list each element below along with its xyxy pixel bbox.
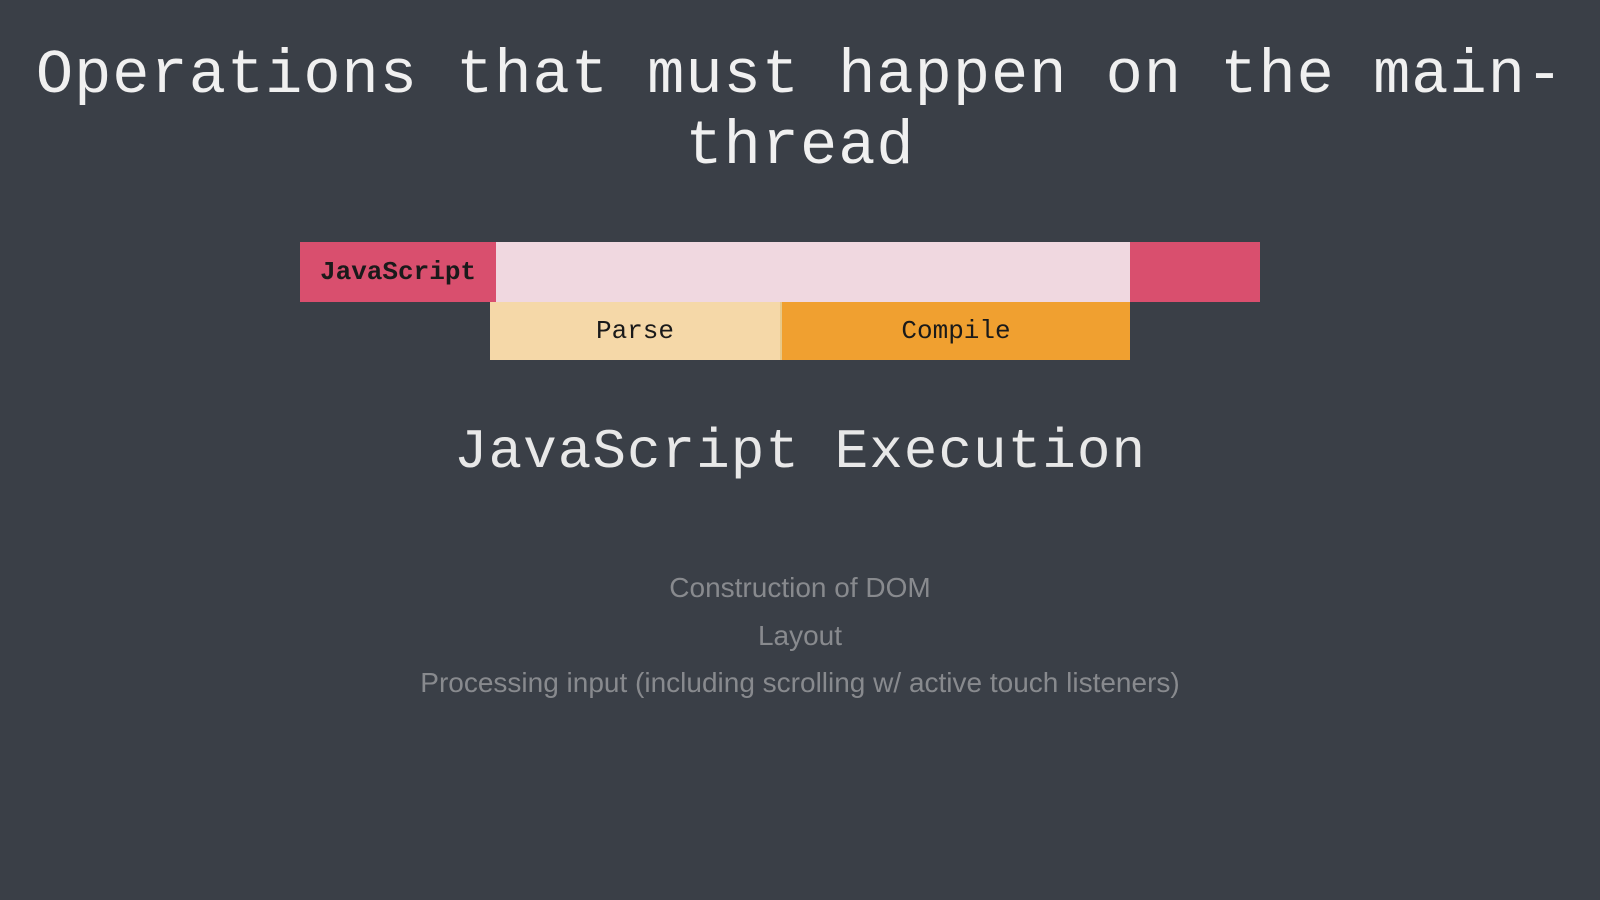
bottom-item-3: Processing input (including scrolling w/… — [420, 659, 1179, 707]
row1: JavaScript — [300, 242, 1260, 302]
bottom-list: Construction of DOM Layout Processing in… — [420, 564, 1179, 707]
javascript-block: JavaScript — [300, 242, 496, 302]
red-end-block — [1130, 242, 1260, 302]
diagram-container: JavaScript Parse Compile — [300, 242, 1260, 360]
compile-block: Compile — [782, 302, 1130, 360]
row2: Parse Compile — [490, 302, 1130, 360]
parse-block: Parse — [490, 302, 782, 360]
js-execution-title: JavaScript Execution — [454, 420, 1146, 484]
bottom-item-2: Layout — [420, 612, 1179, 660]
bottom-item-1: Construction of DOM — [420, 564, 1179, 612]
page-title: Operations that must happen on the main-… — [0, 40, 1600, 182]
pink-wide-bar — [496, 242, 1130, 302]
